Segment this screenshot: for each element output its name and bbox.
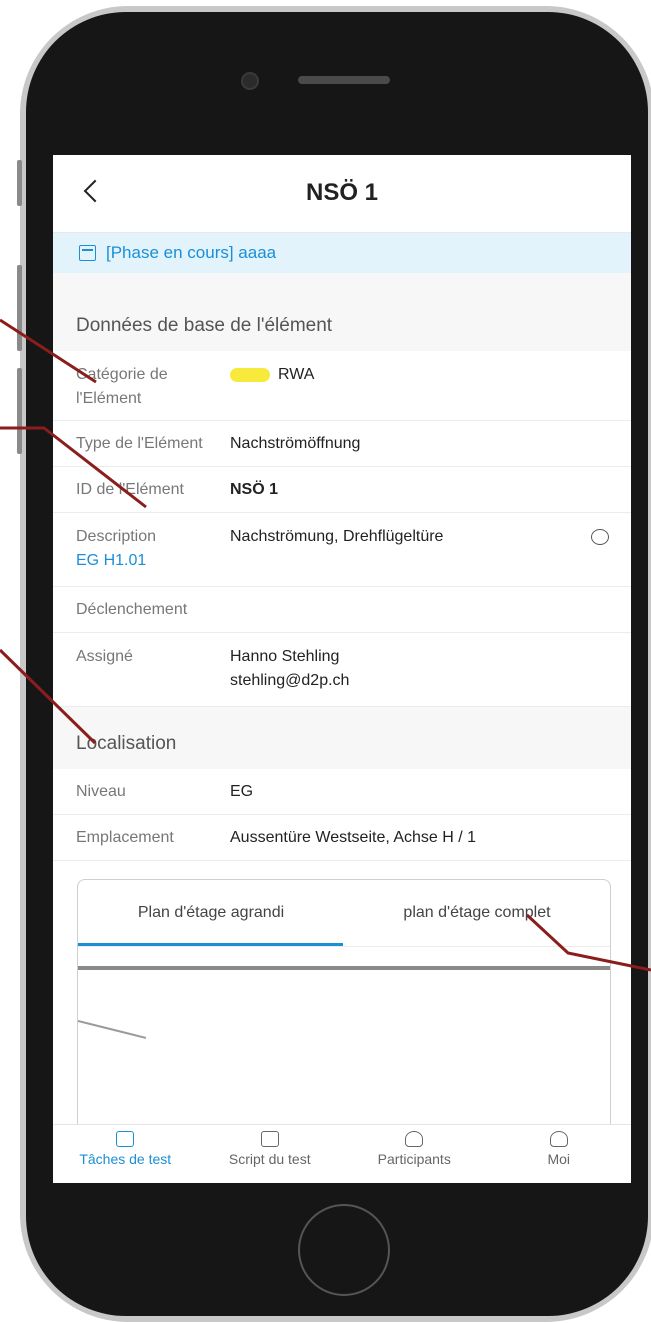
page-title: NSÖ 1 [305,179,379,206]
tab-label: Tâches de test [79,1151,172,1167]
field-trigger: Déclenchement [53,587,631,633]
home-button[interactable] [298,1204,390,1296]
field-value: EG [230,783,254,800]
field-description: Description EG H1.01 Nachströmung, Drehf… [53,513,631,587]
assignee-email: stehling@d2p.ch [230,672,350,689]
section-header-location: Localisation [53,707,631,769]
field-assigned: Assigné Hanno Stehling stehling@d2p.ch [53,633,631,707]
field-label: Assigné [76,648,133,665]
field-type: Type de l'Elément Nachströmöffnung [53,421,631,467]
field-label: Type de l'Elément [76,435,203,452]
field-label: Déclenchement [76,601,188,618]
floor-plan-tabs: Plan d'étage agrandi plan d'étage comple… [78,880,610,947]
field-id: ID de l'Elément NSÖ 1 [53,467,631,513]
comment-icon[interactable] [591,529,609,545]
phase-text: [Phase en cours] aaaa [106,243,277,262]
section-header-base: Données de base de l'élément [53,273,631,351]
tab-participants[interactable]: Participants [342,1125,487,1183]
floor-plan-wall [78,966,610,970]
floor-plan-line [78,1020,147,1039]
field-level: Niveau EG [53,769,631,815]
bottom-tab-bar: Tâches de test Script du test Participan… [53,1124,631,1183]
volume-down-button [17,368,22,454]
camera [241,72,259,90]
active-tab-indicator [78,943,343,946]
nav-bar: NSÖ 1 [53,155,631,233]
assignee-name: Hanno Stehling [230,648,340,665]
volume-up-button [17,265,22,351]
participants-icon [405,1131,424,1147]
tab-label: Participants [377,1151,451,1167]
mute-switch [17,160,22,206]
field-value: NSÖ 1 [230,481,279,498]
app-screen: NSÖ 1 [Phase en cours] aaaa Données de b… [53,155,631,1183]
field-label: Emplacement [76,829,174,846]
field-label: Catégorie de l'Elément [76,366,168,407]
field-place: Emplacement Aussentüre Westseite, Achse … [53,815,631,861]
speaker [298,76,390,84]
tab-label: Script du test [228,1151,311,1167]
room-link[interactable]: EG H1.01 [76,549,230,573]
field-label: ID de l'Elément [76,481,184,498]
tasks-icon [116,1131,135,1147]
field-label: Description EG H1.01 [76,525,230,586]
calendar-icon [79,245,96,261]
field-value: Aussentüre Westseite, Achse H / 1 [230,829,477,846]
tab-test-script[interactable]: Script du test [198,1125,343,1183]
tab-label: Moi [547,1151,571,1167]
user-icon [549,1131,568,1147]
phase-banner: [Phase en cours] aaaa [53,233,631,273]
category-color-badge [230,367,270,382]
field-value: RWA [230,363,314,420]
field-value: Nachströmung, Drehflügeltüre [230,528,444,545]
description-label: Description [76,528,157,545]
field-value: Hanno Stehling stehling@d2p.ch [230,645,349,706]
field-value: Nachströmöffnung [230,435,361,452]
tab-floor-plan-zoomed[interactable]: Plan d'étage agrandi [78,880,344,946]
tab-test-tasks[interactable]: Tâches de test [53,1125,198,1183]
field-category: Catégorie de l'Elément RWA [53,351,631,421]
field-label: Niveau [76,783,126,800]
tab-floor-plan-full[interactable]: plan d'étage complet [344,880,610,946]
calendar-grid-icon [260,1131,279,1147]
tab-me[interactable]: Moi [487,1125,632,1183]
category-value: RWA [278,366,315,383]
